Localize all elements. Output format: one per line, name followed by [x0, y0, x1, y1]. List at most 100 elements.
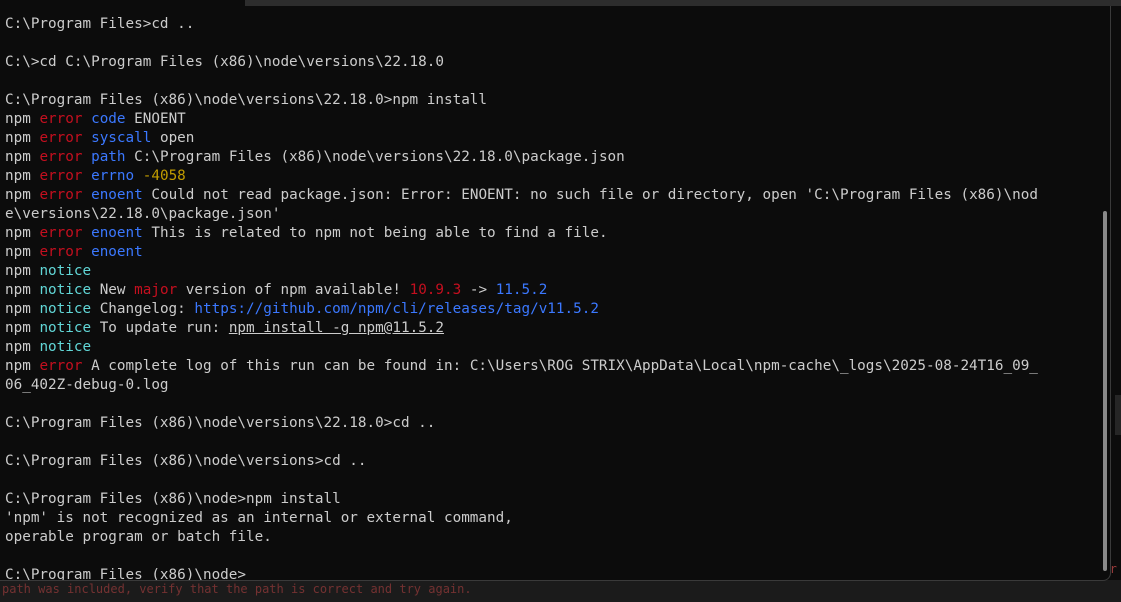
terminal-text-segment: C:\Program Files>cd ..	[5, 16, 195, 32]
terminal-text-segment: npm	[5, 111, 40, 127]
terminal-line: npm error syscall open	[5, 129, 1038, 148]
terminal-text-segment: notice	[39, 339, 92, 355]
background-window-text: path was included, verify that the path …	[2, 582, 472, 596]
terminal-text-segment: major	[134, 282, 178, 298]
terminal-text-segment: path	[91, 149, 126, 165]
terminal-text-segment: npm install -g npm@11.5.2	[228, 320, 445, 336]
terminal-line: npm error enoent	[5, 243, 1038, 262]
terminal-line: 06_402Z-debug-0.log	[5, 376, 1038, 395]
terminal-text-segment: 10.9.3	[409, 282, 462, 298]
terminal-line: npm notice	[5, 338, 1038, 357]
terminal-text-segment: enoent	[91, 244, 143, 260]
terminal-text-segment: notice	[39, 301, 92, 317]
terminal-text-segment: npm	[5, 320, 40, 336]
terminal-text-segment: npm	[5, 282, 40, 298]
terminal-text-segment: 'npm' is not recognized as an internal o…	[5, 510, 513, 526]
terminal-text-segment: version of npm available!	[177, 282, 410, 298]
terminal-line: npm error A complete log of this run can…	[5, 357, 1038, 376]
terminal-text-segment: This is related to npm not being able to…	[142, 225, 608, 241]
terminal-text-segment: ENOENT	[125, 111, 186, 127]
terminal-text-segment: npm	[5, 358, 40, 374]
terminal-text-segment: C:\>cd C:\Program Files (x86)\node\versi…	[5, 54, 444, 70]
terminal-line: npm error enoent This is related to npm …	[5, 224, 1038, 243]
terminal-text-segment: error	[39, 187, 83, 203]
terminal-line: C:\Program Files (x86)\node\versions\22.…	[5, 414, 1038, 433]
background-window-edge-char: r	[1109, 562, 1117, 576]
terminal-line: C:\Program Files>cd ..	[5, 15, 1038, 34]
background-window: path was included, verify that the path …	[0, 580, 1121, 602]
terminal-text-segment: open	[151, 130, 195, 146]
terminal-text-segment: -4058	[142, 168, 186, 184]
terminal-text-segment: Could not read package.json: Error: ENOE…	[142, 187, 1038, 203]
terminal-line: operable program or batch file.	[5, 528, 1038, 547]
terminal-text-segment: operable program or batch file.	[5, 529, 272, 545]
terminal-line: npm error enoent Could not read package.…	[5, 186, 1038, 205]
terminal-text-segment: npm	[5, 149, 40, 165]
terminal-line: e\versions\22.18.0\package.json'	[5, 205, 1038, 224]
terminal-text-segment: ->	[461, 282, 496, 298]
terminal-line: C:\Program Files (x86)\node>npm install	[5, 490, 1038, 509]
terminal-line: npm error code ENOENT	[5, 110, 1038, 129]
terminal-text-segment: npm	[5, 168, 40, 184]
terminal-text-segment: C:\Program Files (x86)\node\versions\22.…	[125, 149, 625, 165]
terminal-line: npm error errno -4058	[5, 167, 1038, 186]
terminal-text-segment: syscall	[91, 130, 152, 146]
terminal-text-segment: notice	[39, 320, 92, 336]
terminal-output[interactable]: C:\Program Files>cd .. C:\>cd C:\Program …	[5, 15, 1038, 581]
terminal-text-segment: errno	[91, 168, 135, 184]
terminal-text-segment: npm	[5, 301, 40, 317]
scrollbar[interactable]	[1103, 211, 1107, 571]
terminal-text-segment: npm	[5, 130, 40, 146]
terminal-text-segment: npm	[5, 339, 40, 355]
terminal-text-segment: enoent	[91, 187, 143, 203]
terminal-line: 'npm' is not recognized as an internal o…	[5, 509, 1038, 528]
terminal-text-segment: C:\Program Files (x86)\node>npm install	[5, 491, 341, 507]
desktop-screen: path was included, verify that the path …	[0, 0, 1121, 602]
changelog-link[interactable]: https://github.com/npm/cli/releases/tag/…	[194, 301, 599, 317]
terminal-text-segment: notice	[39, 282, 92, 298]
terminal-line: C:\Program Files (x86)\node\versions\22.…	[5, 91, 1038, 110]
terminal-line: npm notice Changelog: https://github.com…	[5, 300, 1038, 319]
terminal-text-segment: notice	[39, 263, 92, 279]
terminal-text-segment: C:\Program Files (x86)\node>	[5, 567, 247, 581]
terminal-text-segment: New	[91, 282, 135, 298]
terminal-text-segment: error	[39, 149, 83, 165]
terminal-text-segment: npm	[5, 187, 40, 203]
terminal-text-segment: enoent	[91, 225, 143, 241]
terminal-line: npm notice New major version of npm avai…	[5, 281, 1038, 300]
terminal-text-segment: C:\Program Files (x86)\node\versions\22.…	[5, 415, 436, 431]
terminal-text-segment: code	[91, 111, 126, 127]
terminal-text-segment: C:\Program Files (x86)\node\versions\22.…	[5, 92, 488, 108]
terminal-line: C:\Program Files (x86)\node>	[5, 566, 1038, 581]
terminal-text-segment: error	[39, 358, 83, 374]
terminal-text-segment: C:\Program Files (x86)\node\versions>cd …	[5, 453, 367, 469]
terminal-line: C:\>cd C:\Program Files (x86)\node\versi…	[5, 53, 1038, 72]
terminal-text-segment: Changelog:	[91, 301, 195, 317]
terminal-text-segment: To update run:	[91, 320, 229, 336]
terminal-line: C:\Program Files (x86)\node\versions>cd …	[5, 452, 1038, 471]
terminal-text-segment: e\versions\22.18.0\package.json'	[5, 206, 281, 222]
terminal-line: npm notice	[5, 262, 1038, 281]
window-edge	[1115, 395, 1121, 435]
terminal-window[interactable]: C:\Program Files>cd .. C:\>cd C:\Program …	[0, 6, 1111, 581]
terminal-text-segment: 11.5.2	[495, 282, 548, 298]
terminal-text-segment: error	[39, 225, 83, 241]
terminal-text-segment: npm	[5, 263, 40, 279]
terminal-text-segment: npm	[5, 244, 40, 260]
terminal-text-segment: error	[39, 130, 83, 146]
terminal-text-segment: npm	[5, 225, 40, 241]
terminal-line: npm error path C:\Program Files (x86)\no…	[5, 148, 1038, 167]
terminal-text-segment: A complete log of this run can be found …	[82, 358, 1038, 374]
